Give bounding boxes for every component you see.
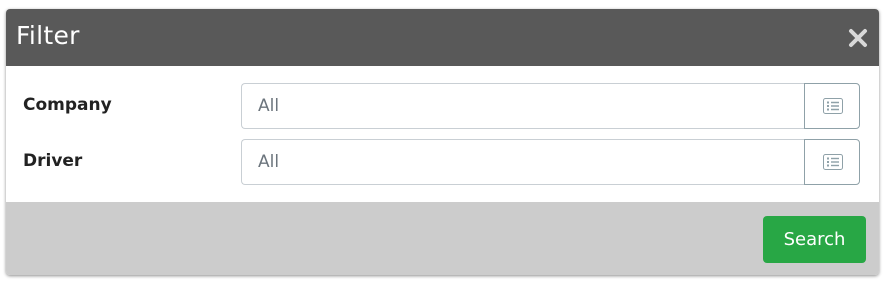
filter-dialog: Filter Company All Driver All Search xyxy=(6,9,879,275)
search-button[interactable]: Search xyxy=(763,216,866,263)
close-icon xyxy=(849,29,867,47)
driver-row: Driver xyxy=(6,139,879,185)
list-icon xyxy=(823,154,843,170)
dialog-body: Company Driver xyxy=(6,66,879,202)
dialog-title: Filter xyxy=(16,21,80,50)
company-input-group xyxy=(241,83,860,129)
driver-list-button[interactable] xyxy=(804,139,860,185)
dialog-header: Filter xyxy=(6,9,879,66)
driver-input[interactable] xyxy=(241,139,805,185)
close-button[interactable] xyxy=(847,27,869,49)
company-row: Company xyxy=(6,83,879,129)
company-input[interactable] xyxy=(241,83,805,129)
company-label: Company xyxy=(23,95,112,115)
list-icon xyxy=(823,98,843,114)
company-list-button[interactable] xyxy=(804,83,860,129)
driver-input-group xyxy=(241,139,860,185)
dialog-footer: Search xyxy=(6,202,879,275)
driver-label: Driver xyxy=(23,151,83,171)
